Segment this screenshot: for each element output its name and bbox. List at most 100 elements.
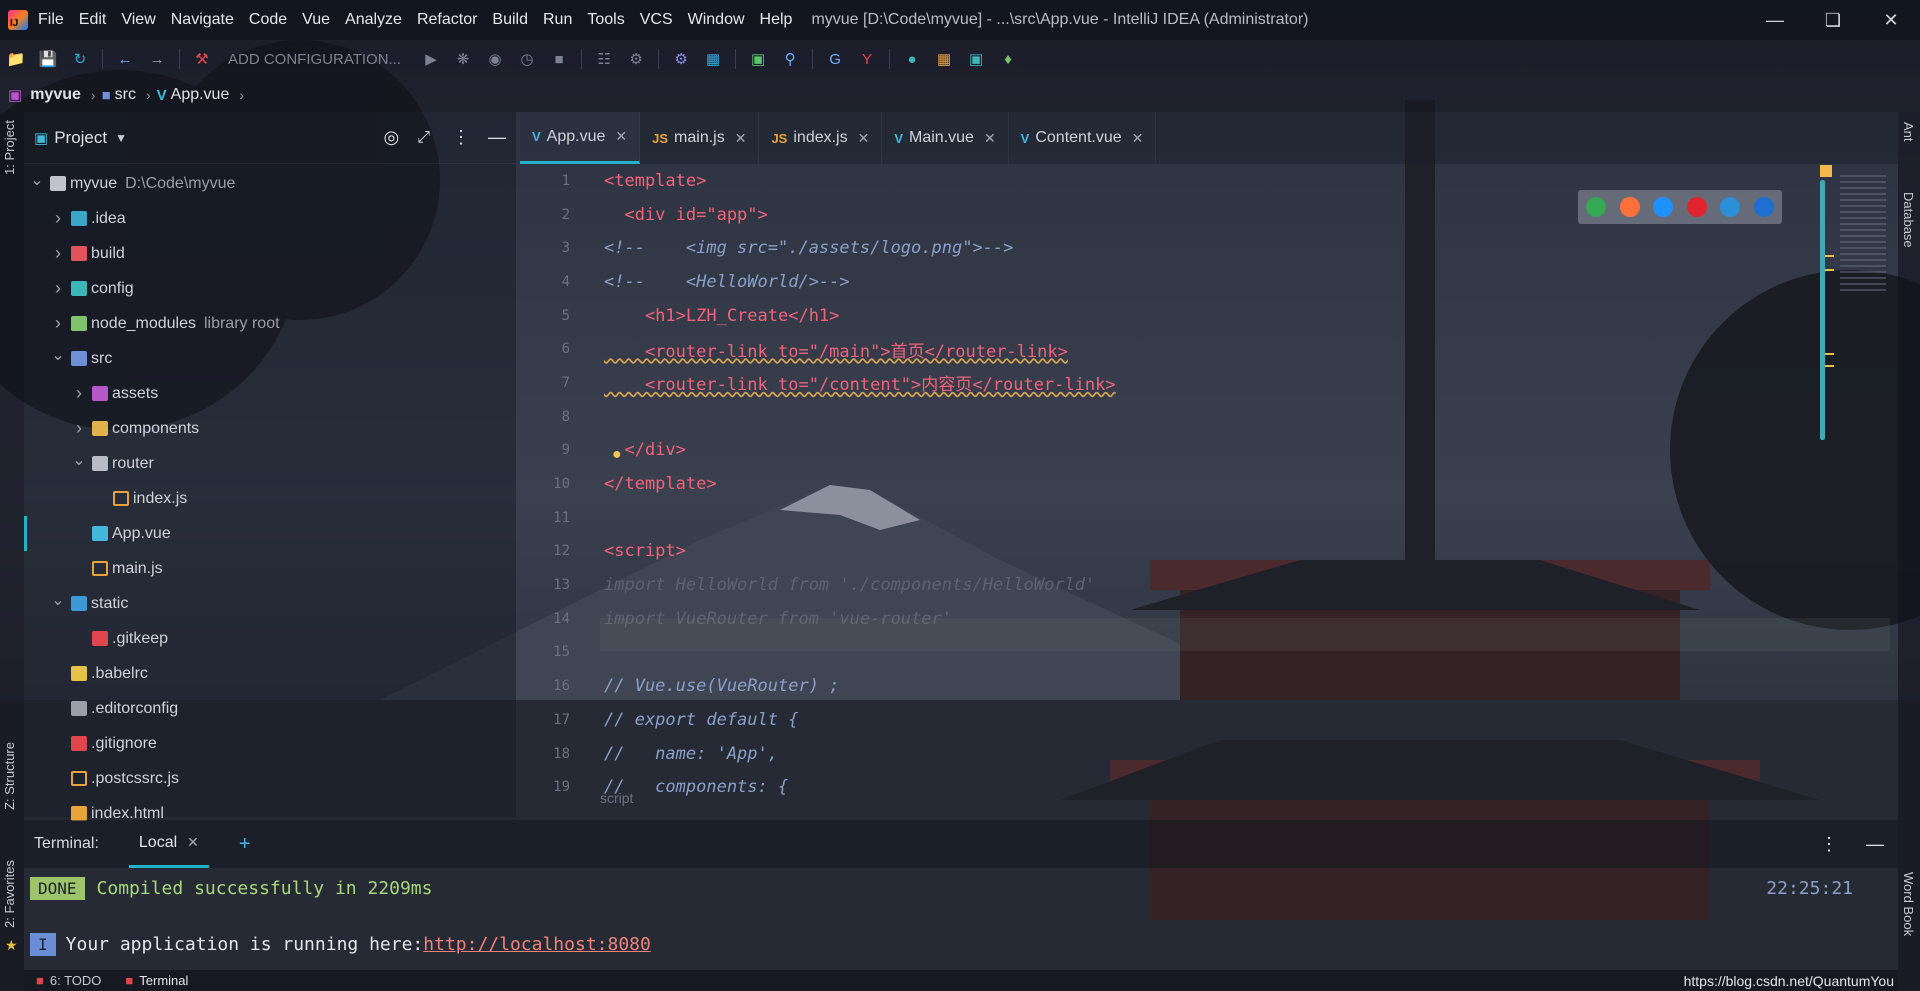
chevron-right-icon[interactable]: › (51, 243, 65, 264)
database-tool-tab[interactable]: Database (1901, 192, 1916, 248)
chevron-right-icon[interactable]: › (72, 418, 86, 439)
terminal-tab-local[interactable]: Local ✕ (128, 820, 209, 868)
minimap[interactable] (1820, 165, 1894, 435)
tree-item[interactable]: ⌄ router (24, 446, 516, 481)
menu-help[interactable]: Help (760, 11, 793, 29)
firefox-icon[interactable] (1619, 197, 1640, 217)
safari-icon[interactable] (1653, 197, 1674, 217)
breadcrumb-file[interactable]: App.vue (171, 86, 230, 104)
code-line[interactable]: <!-- <HelloWorld/>--> (604, 265, 1804, 299)
chevron-down-icon[interactable]: ▼ (115, 131, 127, 145)
tree-item[interactable]: index.js (24, 481, 516, 516)
tree-item[interactable]: › assets (24, 376, 516, 411)
add-configuration-button[interactable]: ADD CONFIGURATION... (228, 51, 401, 68)
tree-item[interactable]: ⌄ src (24, 341, 516, 376)
more-options-icon[interactable]: ⋮ (452, 127, 470, 148)
debug-icon[interactable]: ❋ (454, 50, 472, 68)
todo-tool-tab[interactable]: 6: TODO (50, 973, 102, 988)
menu-view[interactable]: View (121, 11, 155, 29)
plugins-puzzle-icon[interactable]: ♦ (999, 50, 1017, 68)
intention-bulb-icon[interactable]: ● (612, 446, 622, 464)
code-line[interactable]: <!-- <img src="./assets/logo.png">--> (604, 231, 1804, 265)
chrome-icon[interactable] (1586, 197, 1606, 217)
editor-tab[interactable]: V Main.vue ✕ (882, 112, 1009, 164)
ant-tool-tab[interactable]: Ant (1901, 122, 1916, 142)
tree-item[interactable]: › build (24, 236, 516, 271)
tree-item[interactable]: ⌄ myvue D:\Code\myvue (24, 166, 516, 201)
terminal-icon[interactable]: ▣ (749, 50, 767, 68)
menu-build[interactable]: Build (492, 11, 528, 29)
chevron-down-icon[interactable]: ⌄ (72, 450, 86, 470)
editor-tab[interactable]: V App.vue ✕ (520, 112, 641, 164)
editor-tab[interactable]: JS main.js ✕ (640, 112, 760, 164)
tree-item[interactable]: .gitignore (24, 726, 516, 761)
profile-icon[interactable]: ◷ (518, 50, 536, 68)
breadcrumb-src[interactable]: src (115, 86, 136, 104)
forward-arrow-icon[interactable]: → (148, 50, 166, 68)
code-area[interactable]: <template> <div id="app"> <!-- <img src="… (604, 164, 1804, 797)
code-line[interactable] (604, 501, 1804, 535)
tree-item[interactable]: .babelrc (24, 656, 516, 691)
run-icon[interactable]: ▶ (422, 50, 440, 68)
hide-panel-icon[interactable]: — (488, 127, 506, 148)
menu-file[interactable]: File (38, 11, 64, 29)
project-view-title[interactable]: Project (54, 128, 107, 148)
wordbook-tool-tab[interactable]: Word Book (1901, 872, 1916, 936)
editor-scrollbar[interactable] (1820, 180, 1825, 440)
menu-refactor[interactable]: Refactor (417, 11, 477, 29)
locate-target-icon[interactable]: ◎ (383, 127, 399, 148)
sync-icon[interactable]: ↻ (71, 50, 89, 68)
code-line[interactable]: <router-link to="/content">内容页</router-l… (604, 366, 1804, 400)
code-line[interactable]: // components: { (604, 770, 1804, 804)
inspection-status-icon[interactable] (1820, 165, 1832, 177)
tree-item[interactable]: App.vue (24, 516, 516, 551)
search-icon[interactable]: ⚲ (781, 50, 799, 68)
code-line[interactable]: // name: 'App', (604, 737, 1804, 771)
chevron-down-icon[interactable]: ⌄ (51, 345, 65, 365)
breadcrumb-project[interactable]: myvue (30, 86, 81, 104)
edge-icon[interactable] (1753, 197, 1774, 217)
code-line[interactable]: </template> (604, 467, 1804, 501)
close-icon[interactable]: ✕ (858, 130, 870, 147)
tree-item[interactable]: main.js (24, 551, 516, 586)
menu-vcs[interactable]: VCS (640, 11, 673, 29)
tree-item[interactable]: › .idea (24, 201, 516, 236)
code-line[interactable]: // Vue.use(VueRouter) ; (604, 669, 1804, 703)
menu-edit[interactable]: Edit (79, 11, 107, 29)
chevron-right-icon[interactable]: › (51, 313, 65, 334)
code-line[interactable]: <script> (604, 535, 1804, 569)
close-icon[interactable]: ✕ (984, 130, 996, 147)
hide-terminal-icon[interactable]: — (1866, 834, 1884, 855)
code-line[interactable]: import HelloWorld from './components/Hel… (604, 568, 1804, 602)
menu-code[interactable]: Code (249, 11, 287, 29)
chevron-right-icon[interactable]: › (51, 278, 65, 299)
opera-icon[interactable] (1686, 197, 1707, 217)
localhost-link[interactable]: http://localhost:8080 (423, 934, 651, 955)
close-icon[interactable]: ✕ (1132, 130, 1144, 147)
code-line[interactable]: <h1>LZH_Create</h1> (604, 299, 1804, 333)
menu-tools[interactable]: Tools (587, 11, 624, 29)
save-icon[interactable]: 💾 (39, 50, 58, 68)
new-terminal-plus-icon[interactable]: + (239, 833, 251, 856)
chevron-right-icon[interactable]: › (72, 383, 86, 404)
project-tool-tab[interactable]: 1: Project (2, 120, 17, 175)
structure-tool-tab[interactable]: Z: Structure (2, 742, 17, 810)
terminal-output[interactable]: DONE Compiled successfully in 2209ms 22:… (24, 868, 1898, 968)
close-icon[interactable]: ✕ (735, 130, 747, 147)
code-line[interactable]: </div> (604, 434, 1804, 468)
translate-google-icon[interactable]: G (826, 50, 844, 68)
code-line[interactable] (604, 400, 1804, 434)
code-line[interactable]: <router-link to="/main">首页</router-link> (604, 332, 1804, 366)
editor-tab[interactable]: JS index.js ✕ (759, 112, 883, 164)
terminal-tool-tab[interactable]: Terminal (139, 973, 188, 988)
tree-item[interactable]: › node_modules library root (24, 306, 516, 341)
chevron-right-icon[interactable]: › (51, 208, 65, 229)
menu-navigate[interactable]: Navigate (171, 11, 234, 29)
menu-run[interactable]: Run (543, 11, 572, 29)
minimize-button[interactable]: — (1746, 0, 1804, 40)
coverage-icon[interactable]: ◉ (486, 50, 504, 68)
editor-tab[interactable]: V Content.vue ✕ (1009, 112, 1157, 164)
chevron-down-icon[interactable]: ⌄ (30, 170, 44, 190)
menu-window[interactable]: Window (688, 11, 745, 29)
project-structure-icon[interactable]: ▦ (704, 50, 722, 68)
